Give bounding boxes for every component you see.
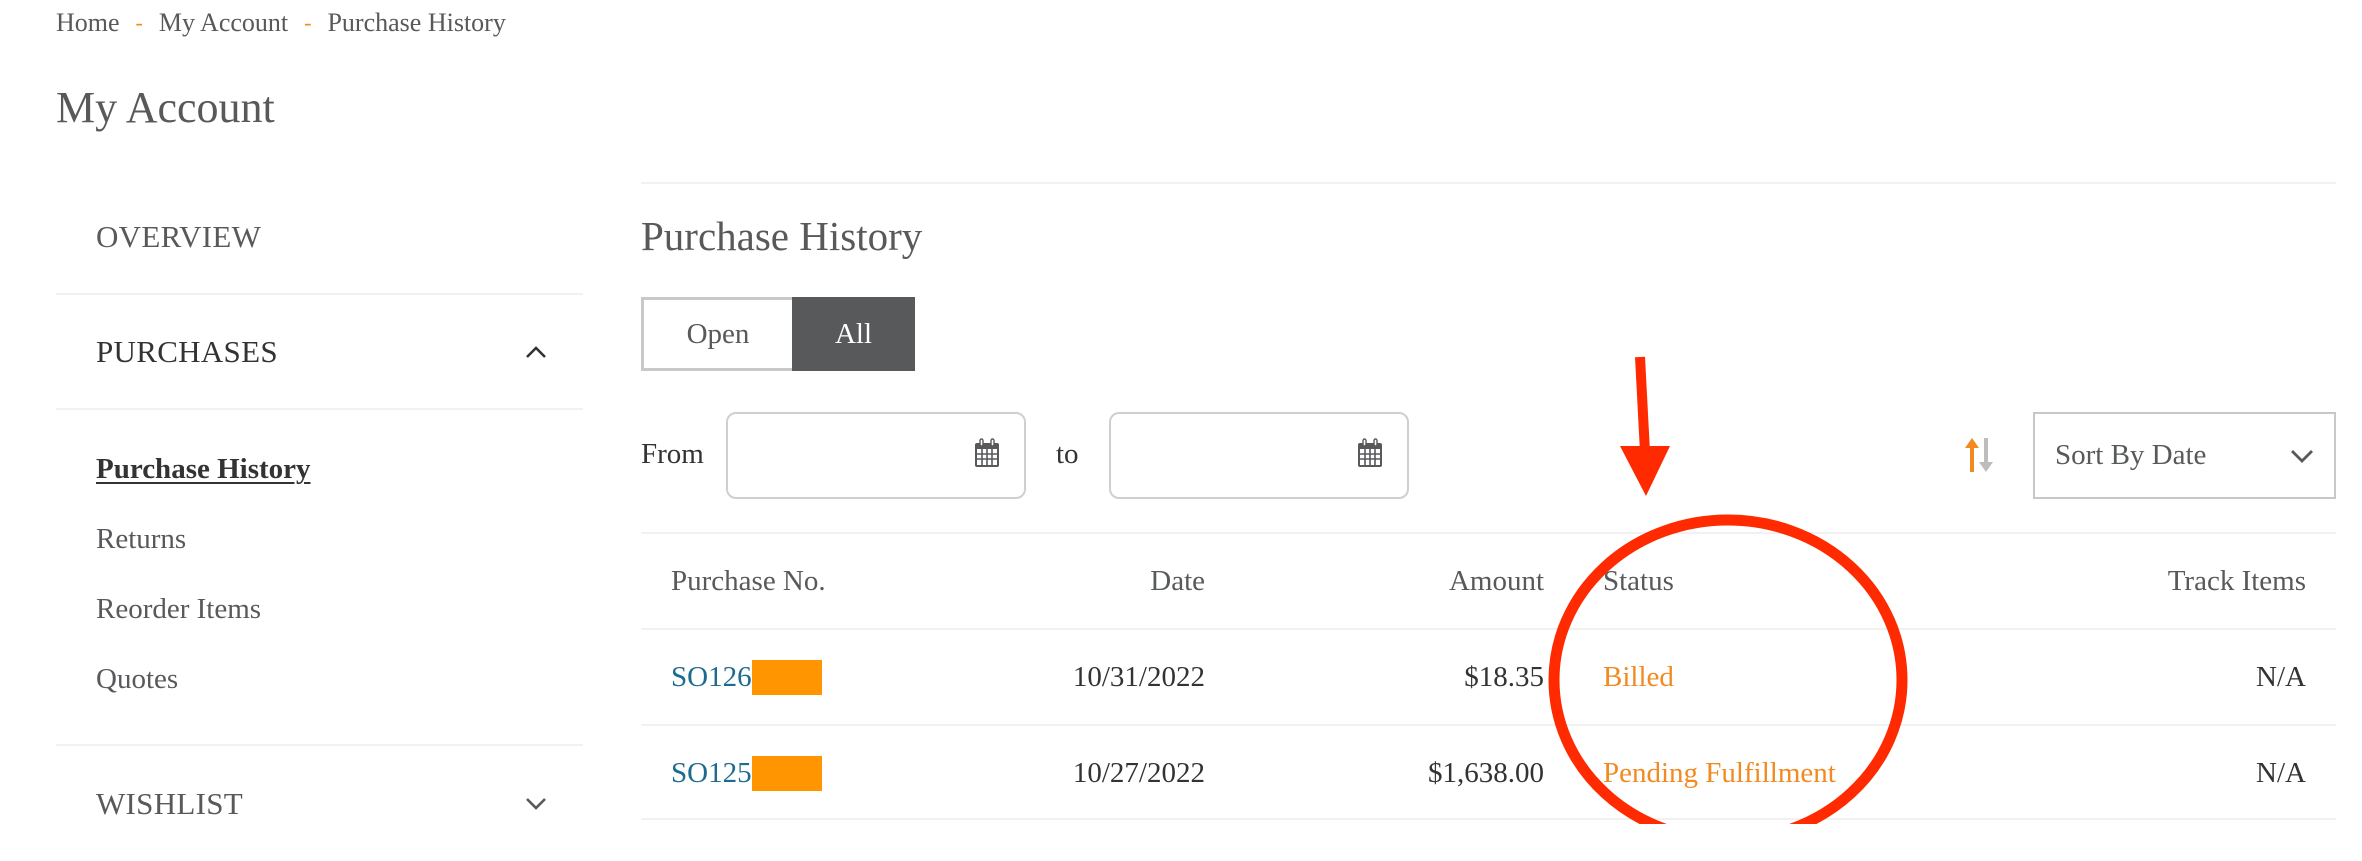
table-row: SO125 10/27/2022 $1,638.00 Pending Fulfi… <box>641 724 2336 820</box>
page-title: My Account <box>56 83 275 132</box>
sidebar-section-purchases: PURCHASES Purchase History Returns Reord… <box>56 295 583 746</box>
sidebar-item-label: OVERVIEW <box>96 218 262 254</box>
toggle-open-button[interactable]: Open <box>641 297 792 371</box>
section-title: Purchase History <box>641 213 923 259</box>
sidebar-item-purchases[interactable]: PURCHASES <box>56 295 583 410</box>
to-date-input[interactable] <box>1034 424 1357 487</box>
sort-direction-icon[interactable] <box>1962 436 1996 474</box>
chevron-down-icon[interactable] <box>525 793 547 815</box>
breadcrumb-separator: - <box>135 10 143 35</box>
breadcrumb-my-account[interactable]: My Account <box>159 8 288 38</box>
chevron-down-icon <box>2290 439 2314 472</box>
sidebar-subitem-quotes[interactable]: Quotes <box>96 644 583 714</box>
sort-by-select[interactable]: Sort By Date <box>2033 412 2336 499</box>
breadcrumb: Home - My Account - Purchase History <box>56 8 506 38</box>
sidebar-item-label: WISHLIST <box>96 785 244 821</box>
table-header-row: Purchase No. Date Amount Status Track It… <box>641 532 2336 628</box>
sidebar-subitem-reorder-items[interactable]: Reorder Items <box>96 574 583 644</box>
open-all-toggle: Open All <box>641 297 915 371</box>
track-items-cell: N/A <box>2256 660 2306 693</box>
toggle-all-button[interactable]: All <box>792 297 915 371</box>
breadcrumb-home[interactable]: Home <box>56 8 120 38</box>
column-header-track-items: Track Items <box>2167 564 2306 597</box>
from-date-input[interactable] <box>651 424 974 487</box>
to-date-field[interactable] <box>1034 412 1409 499</box>
sidebar-subitem-purchase-history[interactable]: Purchase History <box>96 434 583 504</box>
chevron-up-icon[interactable] <box>525 341 547 363</box>
sort-by-value: Sort By Date <box>2055 439 2207 471</box>
sidebar-section-overview: OVERVIEW <box>56 180 583 295</box>
sidebar-subitem-returns[interactable]: Returns <box>96 504 583 574</box>
breadcrumb-separator: - <box>304 10 312 35</box>
sidebar-item-label: PURCHASES <box>96 333 278 369</box>
purchases-submenu: Purchase History Returns Reorder Items Q… <box>56 410 583 746</box>
from-date-field[interactable] <box>651 412 1026 499</box>
section-divider <box>641 182 2336 184</box>
calendar-icon[interactable] <box>974 438 1000 473</box>
red-arrow-annotation <box>1620 356 1670 496</box>
breadcrumb-purchase-history: Purchase History <box>327 8 506 37</box>
purchase-history-table: Purchase No. Date Amount Status Track It… <box>641 532 2336 820</box>
sidebar-item-overview[interactable]: OVERVIEW <box>56 180 583 295</box>
calendar-icon[interactable] <box>1357 438 1383 473</box>
table-row: SO126 10/31/2022 $18.35 Billed N/A <box>641 628 2336 724</box>
account-sidebar: OVERVIEW PURCHASES Purchase History Retu… <box>56 180 583 861</box>
sidebar-item-wishlist[interactable]: WISHLIST <box>56 746 583 861</box>
track-items-cell: N/A <box>2256 756 2306 789</box>
sidebar-section-wishlist: WISHLIST <box>56 746 583 861</box>
table-body: SO126 10/31/2022 $18.35 Billed N/A SO125… <box>641 628 2336 820</box>
